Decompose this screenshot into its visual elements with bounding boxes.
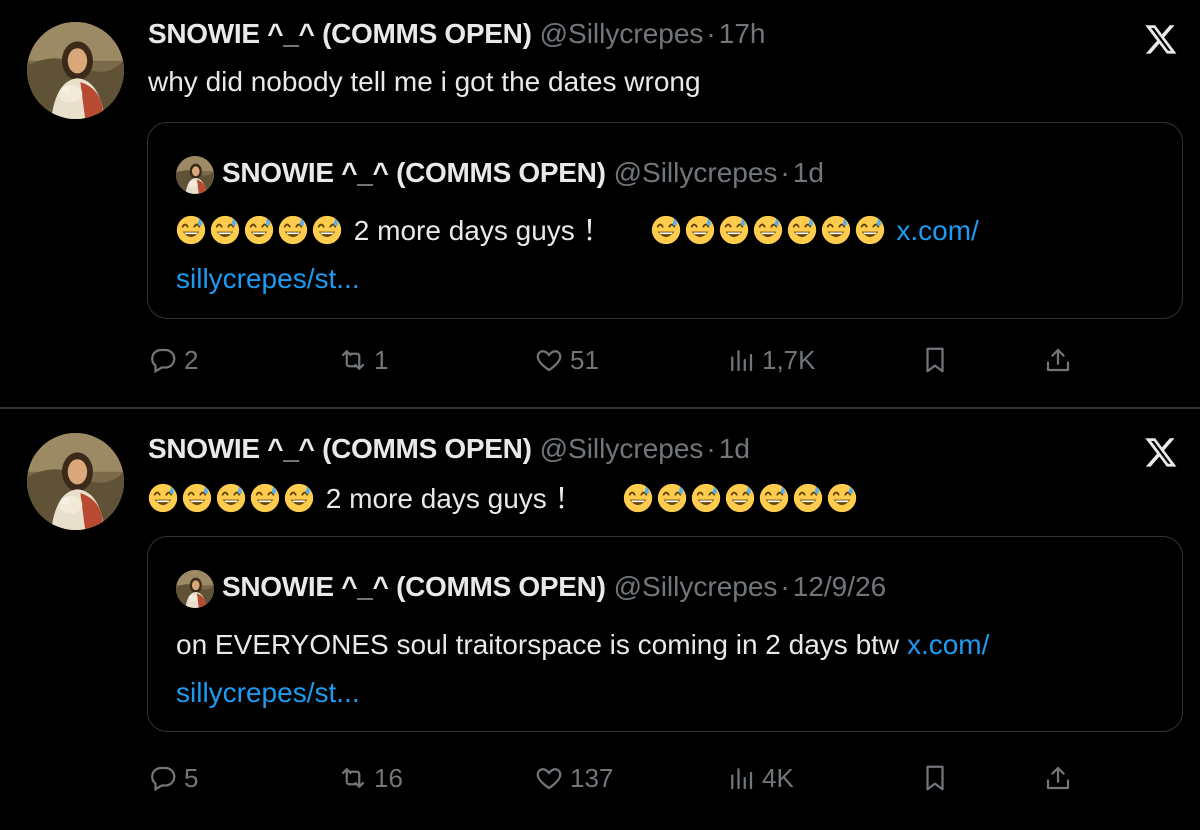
timestamp: 12/9/26 <box>792 571 887 602</box>
grinning-face-with-sweat-emoji <box>148 483 178 513</box>
quote-text-body: on EVERYONES soul traitorspace is coming… <box>176 629 900 660</box>
grinning-face-with-sweat-emoji <box>827 483 857 513</box>
repost-icon <box>341 350 365 370</box>
avatar <box>176 155 214 194</box>
reply-icon <box>151 349 176 374</box>
grinning-face-with-sweat-emoji <box>210 215 240 245</box>
user-handle: @Sillycrepes <box>613 571 778 602</box>
grinning-face-with-sweat-emoji <box>278 215 308 245</box>
grinning-face-with-sweat-emoji <box>216 483 246 513</box>
x-logo-icon <box>1145 438 1177 467</box>
reply-button[interactable]: 5 <box>148 756 198 796</box>
display-name[interactable]: SNOWIE ^_^ (COMMS OPEN) <box>148 433 532 464</box>
avatar <box>176 569 214 608</box>
tweet[interactable]: SNOWIE ^_^ (COMMS OPEN) @Sillycrepes · 1d 2… <box>0 409 1200 830</box>
tweet-text-body: 2 more days guys ！ <box>325 483 583 514</box>
tweet-link-continued[interactable]: sillycrepes/st... <box>176 677 360 708</box>
repost-button[interactable]: 1 <box>338 338 388 378</box>
quoted-tweet[interactable]: SNOWIE ^_^ (COMMS OPEN) @Sillycrepes · 1d 2… <box>147 122 1183 319</box>
user-handle: @Sillycrepes <box>613 157 778 188</box>
bookmark-button[interactable] <box>920 756 950 796</box>
grinning-face-with-sweat-emoji <box>182 483 212 513</box>
analytics-icon <box>731 350 753 372</box>
grinning-face-with-sweat-emoji <box>753 215 783 245</box>
grinning-face-with-sweat-emoji <box>787 215 817 245</box>
reply-count: 5 <box>184 763 199 794</box>
repost-count: 16 <box>374 763 403 794</box>
avatar[interactable] <box>27 22 124 119</box>
tweet-link-continued[interactable]: sillycrepes/st... <box>176 263 360 294</box>
grinning-face-with-sweat-emoji <box>759 483 789 513</box>
grinning-face-with-sweat-emoji <box>855 215 885 245</box>
action-bar: 5 16 137 4K <box>148 756 1078 796</box>
share-button[interactable] <box>1043 756 1073 796</box>
bookmark-button[interactable] <box>920 338 950 378</box>
display-name: SNOWIE ^_^ (COMMS OPEN) <box>222 157 606 188</box>
views-button[interactable]: 4K <box>726 756 794 796</box>
quote-text-body: 2 more days guys ！ <box>353 215 611 246</box>
share-button[interactable] <box>1043 338 1073 378</box>
x-logo-icon <box>1145 25 1177 54</box>
grinning-face-with-sweat-emoji <box>312 215 342 245</box>
grinning-face-with-sweat-emoji <box>821 215 851 245</box>
timestamp[interactable]: 1d <box>719 433 750 464</box>
tweet-text: why did nobody tell me i got the dates w… <box>148 66 701 97</box>
avatar[interactable] <box>27 433 124 530</box>
grinning-face-with-sweat-emoji <box>244 215 274 245</box>
tweet-header: SNOWIE ^_^ (COMMS OPEN) @Sillycrepes · 17h <box>148 14 765 54</box>
tweet-text: 2 more days guys ！ <box>148 479 861 519</box>
grinning-face-with-sweat-emoji <box>623 483 653 513</box>
display-name[interactable]: SNOWIE ^_^ (COMMS OPEN) <box>148 18 532 49</box>
bookmark-icon <box>926 765 944 791</box>
view-count: 4K <box>762 763 794 794</box>
quoted-tweet[interactable]: SNOWIE ^_^ (COMMS OPEN) @Sillycrepes · 12/9… <box>147 536 1183 732</box>
grinning-face-with-sweat-emoji <box>691 483 721 513</box>
like-count: 51 <box>570 345 599 376</box>
quote-header: SNOWIE ^_^ (COMMS OPEN) @Sillycrepes · 1d <box>176 153 824 194</box>
separator-dot: · <box>780 571 790 602</box>
reply-icon <box>151 767 176 792</box>
quote-text: 2 more days guys ！ x.com/sillycrepes/st.… <box>176 207 1166 303</box>
repost-count: 1 <box>374 345 389 376</box>
quote-text: on EVERYONES soul traitorspace is coming… <box>176 621 1166 717</box>
display-name: SNOWIE ^_^ (COMMS OPEN) <box>222 571 606 602</box>
action-bar: 2 1 51 1,7K <box>148 338 1078 378</box>
heart-icon <box>536 768 562 790</box>
grinning-face-with-sweat-emoji <box>176 215 206 245</box>
separator-dot: · <box>706 433 716 464</box>
share-icon <box>1046 349 1070 372</box>
tweet[interactable]: SNOWIE ^_^ (COMMS OPEN) @Sillycrepes · 17h … <box>0 0 1200 408</box>
reply-count: 2 <box>184 345 199 376</box>
timestamp[interactable]: 17h <box>719 18 766 49</box>
view-count: 1,7K <box>762 345 816 376</box>
quote-header: SNOWIE ^_^ (COMMS OPEN) @Sillycrepes · 12/9… <box>176 567 887 608</box>
grinning-face-with-sweat-emoji <box>657 483 687 513</box>
user-handle[interactable]: @Sillycrepes <box>540 433 704 464</box>
like-count: 137 <box>570 763 614 794</box>
analytics-icon <box>731 768 753 790</box>
views-button[interactable]: 1,7K <box>726 338 816 378</box>
separator-dot: · <box>780 157 790 188</box>
repost-button[interactable]: 16 <box>338 756 403 796</box>
grinning-face-with-sweat-emoji <box>250 483 280 513</box>
heart-icon <box>536 350 562 372</box>
tweet-link[interactable]: x.com/ <box>896 215 978 246</box>
tweet-header: SNOWIE ^_^ (COMMS OPEN) @Sillycrepes · 1d <box>148 429 750 469</box>
grinning-face-with-sweat-emoji <box>685 215 715 245</box>
share-icon <box>1046 767 1070 790</box>
grinning-face-with-sweat-emoji <box>719 215 749 245</box>
grinning-face-with-sweat-emoji <box>651 215 681 245</box>
bookmark-icon <box>926 347 944 373</box>
grinning-face-with-sweat-emoji <box>284 483 314 513</box>
separator-dot: · <box>706 18 716 49</box>
like-button[interactable]: 51 <box>534 338 599 378</box>
grinning-face-with-sweat-emoji <box>793 483 823 513</box>
tweet-link[interactable]: x.com/ <box>907 629 989 660</box>
reply-button[interactable]: 2 <box>148 338 198 378</box>
repost-icon <box>341 768 365 788</box>
like-button[interactable]: 137 <box>534 756 613 796</box>
grinning-face-with-sweat-emoji <box>725 483 755 513</box>
timestamp: 1d <box>792 157 824 188</box>
user-handle[interactable]: @Sillycrepes <box>540 18 704 49</box>
